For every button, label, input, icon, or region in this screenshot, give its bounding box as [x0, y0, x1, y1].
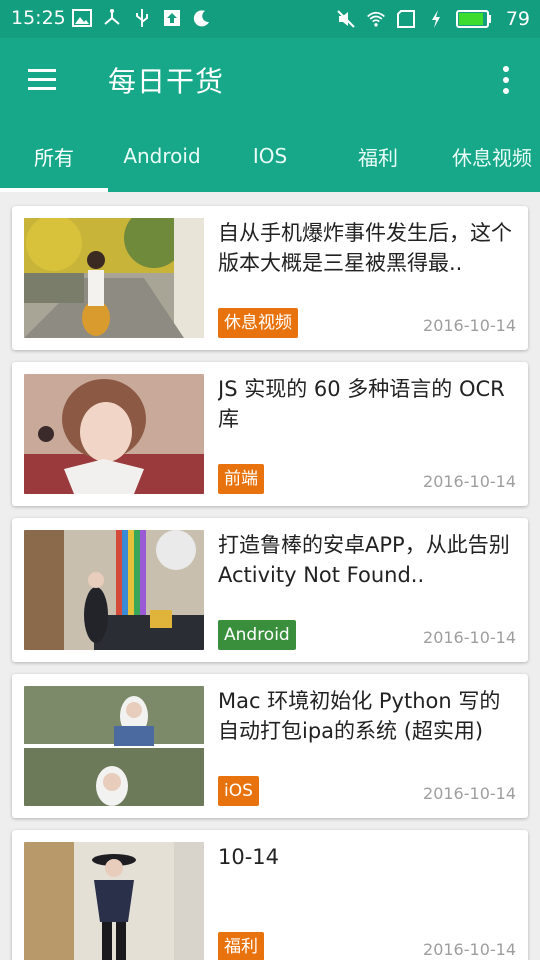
- article-date: 2016-10-14: [423, 784, 516, 803]
- status-time: 15:25: [11, 7, 66, 29]
- upload-icon: [162, 8, 182, 28]
- battery-icon: [455, 9, 492, 29]
- article-thumbnail: [24, 842, 204, 960]
- article-tag: 休息视频: [218, 308, 298, 338]
- article-title: 打造鲁棒的安卓APP，从此告别 Activity Not Found..: [218, 533, 510, 587]
- status-right-icons: 79: [336, 8, 530, 30]
- article-date: 2016-10-14: [423, 472, 516, 491]
- article-title: 10-14: [218, 845, 280, 869]
- article-tag: 福利: [218, 932, 264, 960]
- article-date: 2016-10-14: [423, 940, 516, 959]
- usb-icon: [132, 8, 152, 28]
- tab-all[interactable]: 所有: [0, 120, 108, 192]
- article-list[interactable]: 自从手机爆炸事件发生后，这个版本大概是三星被黑得最.. 休息视频 2016-10…: [0, 192, 540, 960]
- tab-label: 福利: [358, 145, 398, 170]
- article-card[interactable]: 10-14 福利 2016-10-14: [12, 830, 528, 960]
- article-date: 2016-10-14: [423, 628, 516, 647]
- article-thumbnail: [24, 374, 204, 494]
- status-left-icons: [72, 8, 212, 28]
- tab-android[interactable]: Android: [108, 120, 216, 192]
- app-title: 每日干货: [108, 65, 225, 98]
- usb-share-icon: [102, 8, 122, 28]
- article-date: 2016-10-14: [423, 316, 516, 335]
- more-vertical-icon[interactable]: [486, 60, 526, 100]
- wifi-icon: [366, 9, 386, 29]
- article-tag: Android: [218, 620, 296, 650]
- article-tag: 前端: [218, 464, 264, 494]
- charging-icon: [426, 9, 446, 29]
- article-thumbnail: [24, 530, 204, 650]
- article-card[interactable]: Mac 环境初始化 Python 写的自动打包ipa的系统 (超实用) iOS …: [12, 674, 528, 818]
- category-tabs: 所有 Android IOS 福利 休息视频: [0, 120, 540, 192]
- sim-icon: [396, 9, 416, 29]
- status-bar: 15:25 79: [0, 0, 540, 38]
- article-card[interactable]: 打造鲁棒的安卓APP，从此告别 Activity Not Found.. And…: [12, 518, 528, 662]
- article-card[interactable]: 自从手机爆炸事件发生后，这个版本大概是三星被黑得最.. 休息视频 2016-10…: [12, 206, 528, 350]
- battery-level: 79: [505, 8, 530, 30]
- tab-ios[interactable]: IOS: [216, 120, 324, 192]
- tab-label: 所有: [34, 145, 74, 170]
- tab-label: IOS: [252, 144, 288, 168]
- tab-label: Android: [123, 144, 201, 168]
- article-thumbnail: [24, 686, 204, 806]
- article-thumbnail: [24, 218, 204, 338]
- article-title: JS 实现的 60 多种语言的 OCR 库: [218, 377, 505, 431]
- hamburger-menu-icon[interactable]: [22, 60, 62, 100]
- moon-icon: [192, 8, 212, 28]
- tab-welfare[interactable]: 福利: [324, 120, 432, 192]
- tab-rest-video[interactable]: 休息视频: [432, 120, 540, 192]
- mute-icon: [336, 9, 356, 29]
- tab-label: 休息视频: [452, 145, 532, 170]
- app-toolbar: 每日干货: [0, 38, 540, 120]
- article-title: 自从手机爆炸事件发生后，这个版本大概是三星被黑得最..: [218, 221, 512, 275]
- article-card[interactable]: JS 实现的 60 多种语言的 OCR 库 前端 2016-10-14: [12, 362, 528, 506]
- article-title: Mac 环境初始化 Python 写的自动打包ipa的系统 (超实用): [218, 689, 501, 743]
- article-tag: iOS: [218, 776, 259, 806]
- image-icon: [72, 8, 92, 28]
